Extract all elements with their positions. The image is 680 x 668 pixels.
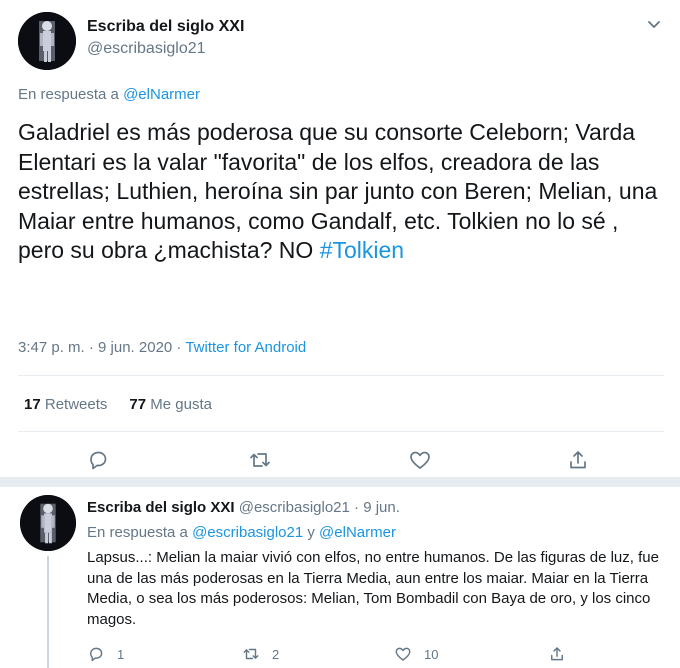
reply-prefix: En respuesta a bbox=[87, 524, 188, 541]
avatar[interactable] bbox=[18, 12, 76, 70]
thread-line bbox=[47, 556, 49, 668]
mention-link[interactable]: @elNarmer bbox=[123, 86, 200, 103]
source-link[interactable]: Twitter for Android bbox=[185, 339, 306, 356]
tweet-text: Galadriel es más poderosa que su consort… bbox=[18, 118, 668, 266]
reply-conjunction: y bbox=[307, 524, 315, 541]
reply-prefix: En respuesta a bbox=[18, 86, 119, 103]
retweet-icon[interactable] bbox=[242, 645, 260, 663]
share-action[interactable] bbox=[548, 645, 578, 663]
reply-author-name[interactable]: Escriba del siglo XXI bbox=[87, 499, 235, 516]
divider bbox=[18, 431, 664, 432]
likes-label: Me gusta bbox=[150, 396, 212, 413]
share-icon[interactable] bbox=[566, 448, 590, 472]
avatar[interactable] bbox=[20, 495, 76, 551]
reply-header: Escriba del siglo XXI @escribasiglo21 · … bbox=[87, 499, 400, 516]
divider bbox=[18, 375, 664, 376]
retweets-count: 17 bbox=[24, 396, 41, 413]
retweets-stat[interactable]: 17 Retweets bbox=[24, 396, 107, 413]
reply-icon[interactable] bbox=[87, 645, 105, 663]
reply-text: Lapsus...: Melian la maiar vivió con elf… bbox=[87, 549, 659, 628]
engagement-stats: 17 Retweets 77 Me gusta bbox=[24, 396, 212, 413]
hashtag-link[interactable]: #Tolkien bbox=[320, 237, 404, 263]
heart-icon[interactable] bbox=[408, 448, 432, 472]
like-count: 10 bbox=[424, 646, 439, 662]
avatar-image bbox=[18, 12, 76, 70]
chevron-down-icon[interactable] bbox=[644, 14, 664, 34]
author-name[interactable]: Escriba del siglo XXI bbox=[87, 18, 244, 36]
heart-icon[interactable] bbox=[394, 645, 412, 663]
avatar-image bbox=[20, 495, 76, 551]
retweets-label: Retweets bbox=[44, 396, 108, 413]
mention-link[interactable]: @escribasiglo21 bbox=[192, 524, 303, 541]
retweet-action[interactable]: 2 bbox=[242, 645, 279, 663]
tweet-detail-view: Escriba del siglo XXI @escribasiglo21 En… bbox=[0, 0, 680, 668]
retweet-icon[interactable] bbox=[248, 448, 272, 472]
reply-context: En respuesta a @elNarmer bbox=[18, 86, 200, 103]
retweet-count: 2 bbox=[272, 646, 280, 662]
reply-icon[interactable] bbox=[86, 448, 110, 472]
like-action[interactable]: 10 bbox=[394, 645, 438, 663]
reply-count: 1 bbox=[117, 646, 125, 662]
reply-author-handle[interactable]: @escribasiglo21 bbox=[239, 499, 350, 516]
tweet-metadata: 3:47 p. m. · 9 jun. 2020 · Twitter for A… bbox=[18, 339, 306, 356]
likes-count: 77 bbox=[129, 396, 147, 413]
likes-stat[interactable]: 77 Me gusta bbox=[129, 396, 212, 413]
share-icon[interactable] bbox=[548, 645, 566, 663]
reply-date[interactable]: · 9 jun. bbox=[354, 499, 400, 516]
reply-action[interactable]: 1 bbox=[87, 645, 124, 663]
timestamp[interactable]: 3:47 p. m. · 9 jun. 2020 · bbox=[18, 339, 185, 356]
author-handle[interactable]: @escribasiglo21 bbox=[87, 40, 206, 58]
reply-context: En respuesta a @escribasiglo21 y @elNarm… bbox=[87, 524, 396, 541]
section-separator bbox=[0, 477, 680, 487]
mention-link[interactable]: @elNarmer bbox=[319, 524, 396, 541]
